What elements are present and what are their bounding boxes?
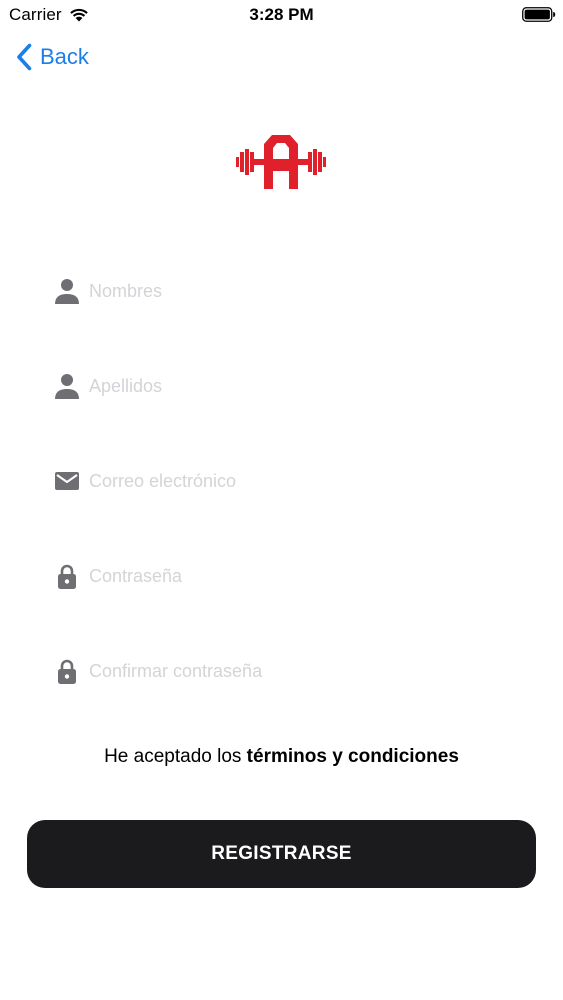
terms-text: He aceptado los términos y condiciones	[0, 746, 563, 768]
person-icon	[52, 276, 82, 306]
password-field	[52, 556, 512, 596]
person-icon	[52, 371, 82, 401]
lock-icon	[52, 656, 82, 686]
lock-icon	[52, 561, 82, 591]
confirm-password-input[interactable]	[89, 660, 489, 682]
back-button[interactable]: Back	[16, 42, 89, 72]
mail-icon	[52, 466, 82, 496]
back-label: Back	[40, 44, 89, 69]
last-names-input[interactable]	[89, 375, 489, 397]
chevron-left-icon	[17, 43, 32, 71]
first-names-input[interactable]	[89, 280, 489, 302]
first-names-field	[52, 271, 512, 311]
last-names-field	[52, 366, 512, 406]
terms-link[interactable]: términos y condiciones	[247, 746, 459, 767]
status-bar: Carrier 3:28 PM	[0, 0, 563, 30]
battery-icon	[522, 7, 556, 22]
confirm-password-field	[52, 651, 512, 691]
terms-prefix: He aceptado los	[104, 746, 247, 767]
app-logo	[236, 135, 326, 189]
register-button[interactable]: REGISTRARSE	[27, 820, 536, 888]
password-input[interactable]	[89, 565, 489, 587]
email-field	[52, 461, 512, 501]
status-time: 3:28 PM	[249, 5, 314, 24]
email-input[interactable]	[89, 470, 489, 492]
